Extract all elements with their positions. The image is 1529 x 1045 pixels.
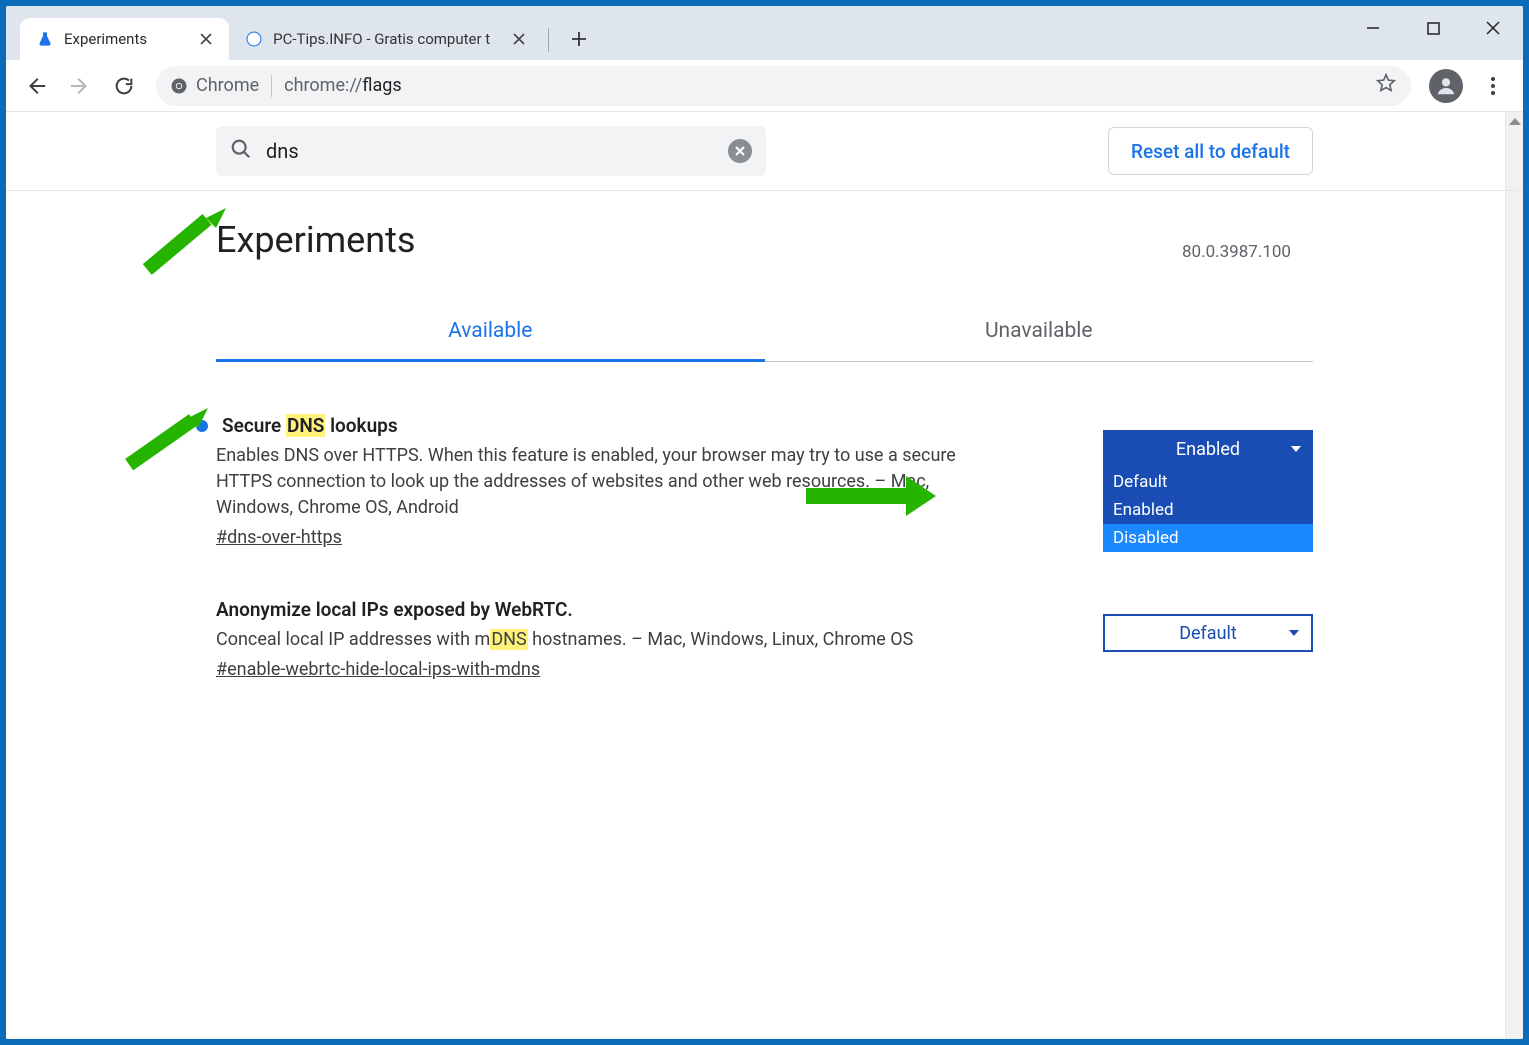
flag-item: Anonymize local IPs exposed by WebRTC. C…: [216, 598, 1313, 680]
tab-unavailable[interactable]: Unavailable: [765, 305, 1314, 361]
bookmark-star-icon[interactable]: [1375, 72, 1397, 99]
flags-search[interactable]: dns: [216, 126, 766, 176]
tab-separator: [548, 28, 549, 52]
flag-description: Enables DNS over HTTPS. When this featur…: [216, 443, 976, 521]
flags-list: Secure DNS lookups Enables DNS over HTTP…: [6, 362, 1523, 680]
close-icon[interactable]: [510, 30, 528, 48]
dropdown-option[interactable]: Disabled: [1103, 524, 1313, 552]
profile-avatar[interactable]: [1429, 69, 1463, 103]
flag-desc-part: hostnames. – Mac, Windows, Linux, Chrome…: [528, 629, 914, 650]
dropdown-selected: Enabled: [1176, 439, 1240, 460]
back-button[interactable]: [16, 66, 56, 106]
omnibox[interactable]: Chrome chrome://flags: [156, 66, 1411, 106]
reload-button[interactable]: [104, 66, 144, 106]
minimize-button[interactable]: [1343, 6, 1403, 50]
flag-title-part: Secure: [222, 414, 286, 437]
dropdown-selected: Default: [1179, 623, 1237, 644]
tab-experiments[interactable]: Experiments: [20, 18, 229, 60]
highlight: DNS: [286, 414, 325, 437]
omnibox-badge-label: Chrome: [196, 75, 259, 96]
flag-anchor-link[interactable]: #enable-webrtc-hide-local-ips-with-mdns: [216, 659, 540, 680]
kebab-menu-icon[interactable]: [1473, 66, 1513, 106]
reset-label: Reset all to default: [1131, 140, 1290, 163]
dropdown-list: Default Enabled Disabled: [1103, 468, 1313, 552]
close-icon[interactable]: [197, 30, 215, 48]
content: dns Reset all to default Experiments 80.…: [6, 112, 1523, 1039]
url-prefix: chrome://: [284, 75, 362, 96]
highlight: DNS: [490, 629, 527, 650]
clear-search-icon[interactable]: [728, 139, 752, 163]
toolbar: Chrome chrome://flags: [6, 60, 1523, 112]
flag-dropdown[interactable]: Default: [1103, 614, 1313, 652]
dropdown-option[interactable]: Enabled: [1103, 496, 1313, 524]
flag-anchor-link[interactable]: #dns-over-https: [216, 527, 342, 548]
titlebar: Experiments PC-Tips.INFO - Gratis comput…: [6, 6, 1523, 60]
flag-item: Secure DNS lookups Enables DNS over HTTP…: [216, 414, 1313, 548]
omnibox-divider: [271, 75, 272, 97]
dropdown-button[interactable]: Default: [1103, 614, 1313, 652]
search-value: dns: [266, 139, 714, 163]
globe-icon: [245, 30, 263, 48]
window-close-button[interactable]: [1463, 6, 1523, 50]
chrome-badge: Chrome: [170, 75, 259, 96]
flag-desc-part: Conceal local IP addresses with m: [216, 629, 490, 650]
tab-title: PC-Tips.INFO - Gratis computer t: [273, 30, 490, 48]
flags-top-row: dns Reset all to default: [6, 112, 1523, 191]
new-tab-button[interactable]: [561, 21, 597, 57]
tab-pctips[interactable]: PC-Tips.INFO - Gratis computer t: [229, 18, 542, 60]
chevron-down-icon: [1289, 630, 1299, 636]
chrome-window: Experiments PC-Tips.INFO - Gratis comput…: [6, 6, 1523, 1039]
page-title: Experiments: [6, 191, 1523, 261]
tab-available[interactable]: Available: [216, 305, 765, 362]
window-controls: [1343, 6, 1523, 50]
tab-title: Experiments: [64, 30, 147, 48]
chrome-icon: [170, 77, 188, 95]
reset-all-button[interactable]: Reset all to default: [1108, 127, 1313, 175]
chrome-version: 80.0.3987.100: [1182, 242, 1291, 262]
forward-button[interactable]: [60, 66, 100, 106]
flags-tabs: Available Unavailable: [216, 305, 1313, 362]
flag-dropdown[interactable]: Enabled Default Enabled Disabled: [1103, 430, 1313, 468]
search-icon: [230, 138, 252, 164]
maximize-button[interactable]: [1403, 6, 1463, 50]
chevron-down-icon: [1291, 446, 1301, 452]
flag-title: Anonymize local IPs exposed by WebRTC.: [216, 598, 1073, 621]
modified-dot-icon: [196, 420, 208, 432]
dropdown-button[interactable]: Enabled: [1103, 430, 1313, 468]
dropdown-option[interactable]: Default: [1103, 468, 1313, 496]
omnibox-url: chrome://flags: [284, 75, 402, 96]
flag-description: Conceal local IP addresses with mDNS hos…: [216, 627, 976, 653]
flask-icon: [36, 30, 54, 48]
flag-title-part: lookups: [325, 414, 397, 437]
url-path: flags: [362, 75, 401, 96]
flag-title: Secure DNS lookups: [216, 414, 1073, 437]
